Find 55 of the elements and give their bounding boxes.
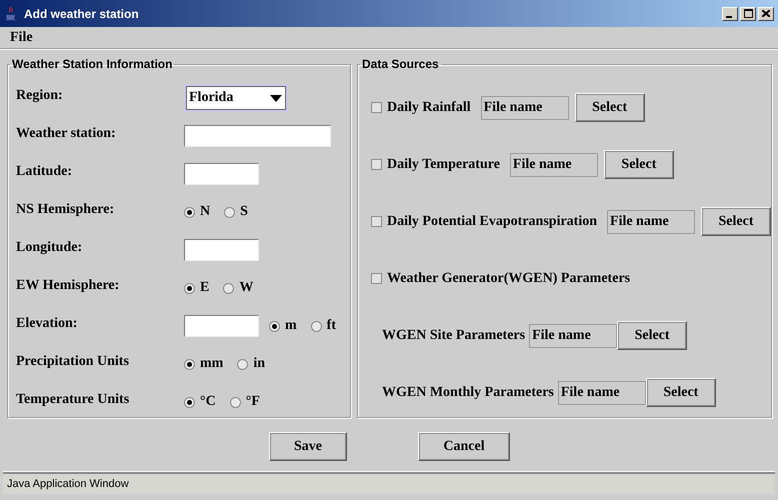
- radio-button[interactable]: W: [223, 280, 254, 296]
- minimize-icon: [726, 16, 732, 18]
- file-name-field[interactable]: File name: [510, 152, 598, 176]
- minimize-button[interactable]: [722, 6, 738, 20]
- radio-button[interactable]: °C: [184, 394, 216, 410]
- radio-button[interactable]: S: [224, 204, 248, 220]
- radio-button[interactable]: in: [237, 356, 266, 372]
- field-label: Weather station:: [16, 126, 117, 142]
- input-field[interactable]: [184, 239, 259, 261]
- checkbox[interactable]: Weather Generator(WGEN) Parameters: [371, 270, 630, 286]
- radio-button[interactable]: ft: [310, 318, 336, 334]
- file-name-field[interactable]: File name: [529, 324, 618, 348]
- select-button[interactable]: Select: [574, 93, 645, 122]
- field-label: Longitude:: [16, 240, 84, 256]
- radio-button[interactable]: m: [269, 318, 297, 334]
- input-field[interactable]: [184, 125, 331, 147]
- app-icon: [4, 6, 18, 22]
- status-text: Java Application Window: [7, 478, 129, 490]
- field-label: Precipitation Units: [16, 354, 130, 370]
- field-label: NS Hemisphere:: [16, 202, 116, 218]
- close-icon: [762, 10, 770, 17]
- radio-button[interactable]: °F: [230, 394, 260, 410]
- checkbox[interactable]: Daily Rainfall: [371, 100, 471, 116]
- cancel-button[interactable]: Cancel: [418, 432, 510, 461]
- file-name-field[interactable]: File name: [607, 210, 696, 234]
- maximize-button[interactable]: [740, 6, 756, 20]
- field-label: Temperature Units: [16, 392, 130, 408]
- file-name-field[interactable]: File name: [480, 96, 569, 120]
- input-field[interactable]: [184, 163, 259, 185]
- window-title: Add weather station: [24, 6, 140, 20]
- input-field[interactable]: [184, 315, 259, 337]
- select-button[interactable]: Select: [604, 150, 674, 179]
- save-button[interactable]: Save: [269, 432, 347, 461]
- field-label: WGEN Site Parameters: [382, 328, 526, 344]
- field-label: WGEN Monthly Parameters: [382, 384, 554, 400]
- radio-button[interactable]: N: [184, 204, 210, 220]
- checkbox[interactable]: Daily Temperature: [371, 156, 500, 172]
- region-dropdown[interactable]: Florida: [184, 84, 288, 112]
- menu-item[interactable]: File: [10, 30, 33, 46]
- select-button[interactable]: Select: [617, 321, 688, 350]
- close-button[interactable]: [758, 6, 774, 20]
- field-label: Elevation:: [16, 316, 78, 332]
- select-button[interactable]: Select: [646, 378, 716, 407]
- field-label: EW Hemisphere:: [16, 278, 120, 294]
- group-title: Data Sources: [361, 57, 440, 71]
- caret-icon: [270, 94, 282, 102]
- field-label: Region:: [16, 88, 64, 104]
- checkbox[interactable]: Daily Potential Evapotranspiration: [371, 214, 598, 230]
- group-title: Weather Station Information: [11, 57, 174, 71]
- radio-button[interactable]: E: [184, 280, 210, 296]
- maximize-icon: [744, 9, 752, 18]
- field-label: Latitude:: [16, 164, 73, 180]
- radio-button[interactable]: mm: [184, 356, 224, 372]
- file-name-field[interactable]: File name: [558, 380, 646, 404]
- select-button[interactable]: Select: [701, 207, 772, 236]
